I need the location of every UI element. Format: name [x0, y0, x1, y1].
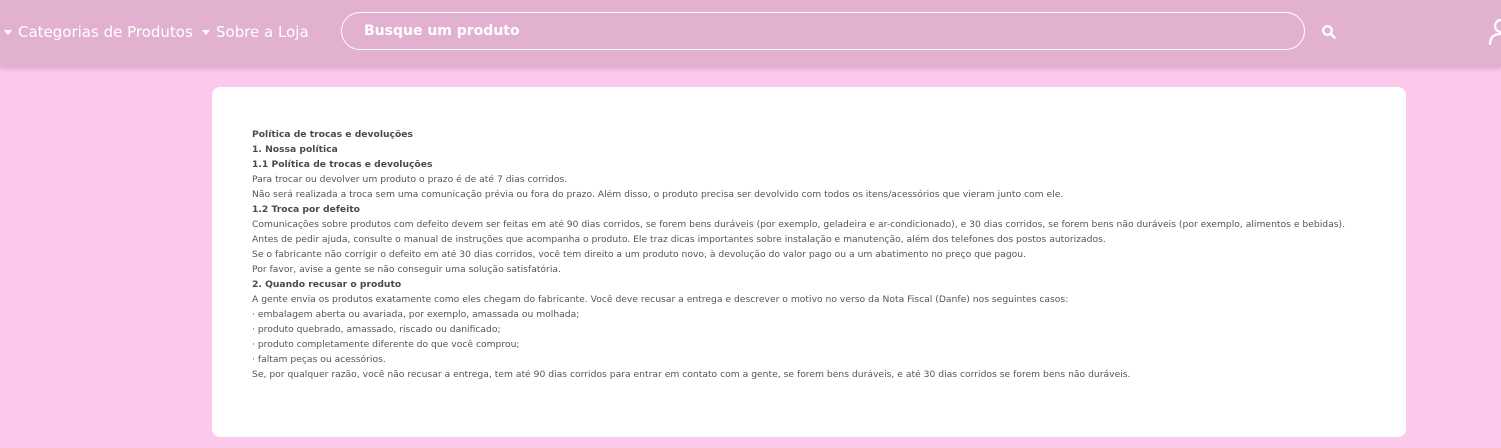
search-button[interactable]	[1321, 24, 1337, 40]
section-2-paragraph: A gente envia os produtos exatamente com…	[252, 294, 1069, 305]
section-1-2-paragraph: Por favor, avise a gente se não consegui…	[252, 264, 561, 275]
nav-categorias-label: Categorias de Produtos	[18, 23, 193, 41]
section-2-paragraph: Se, por qualquer razão, você não recusar…	[252, 369, 1131, 380]
section-1-2-paragraph: Antes de pedir ajuda, consulte o manual …	[252, 234, 1106, 245]
top-navigation-bar: Categorias de Produtos Sobre a Loja	[0, 0, 1501, 67]
caret-down-icon	[202, 29, 210, 35]
nav-categorias-de-produtos[interactable]: Categorias de Produtos	[4, 22, 193, 42]
caret-down-icon	[4, 29, 12, 35]
nav-sobre-label: Sobre a Loja	[216, 23, 309, 41]
section-1-1-paragraph: Não será realizada a troca sem uma comun…	[252, 189, 1064, 200]
section-2-title: 2. Quando recusar o produto	[252, 279, 402, 290]
section-2-list-item: · embalagem aberta ou avariada, por exem…	[252, 309, 580, 320]
search-icon	[1322, 25, 1336, 39]
section-1-2-title: 1.2 Troca por defeito	[252, 204, 360, 215]
search-input[interactable]	[362, 22, 1304, 40]
section-2-list-item: · produto completamente diferente do que…	[252, 339, 520, 350]
search-box	[341, 12, 1305, 50]
section-2-list-item: · faltam peças ou acessórios.	[252, 354, 386, 365]
policy-text: Política de trocas e devoluções 1. Nossa…	[252, 127, 1366, 382]
section-1-2-paragraph: Comunicações sobre produtos com defeito …	[252, 219, 1346, 230]
section-2-list-item: · produto quebrado, amassado, riscado ou…	[252, 324, 501, 335]
nav-sobre-a-loja[interactable]: Sobre a Loja	[202, 22, 309, 42]
section-1-title: 1. Nossa política	[252, 144, 338, 155]
policy-title: Política de trocas e devoluções	[252, 129, 413, 140]
section-1-1-title: 1.1 Política de trocas e devoluções	[252, 159, 433, 170]
policy-content-card: Política de trocas e devoluções 1. Nossa…	[212, 87, 1406, 437]
user-icon[interactable]	[1489, 18, 1501, 46]
section-1-2-paragraph: Se o fabricante não corrigir o defeito e…	[252, 249, 1027, 260]
section-1-1-paragraph: Para trocar ou devolver um produto o pra…	[252, 174, 568, 185]
